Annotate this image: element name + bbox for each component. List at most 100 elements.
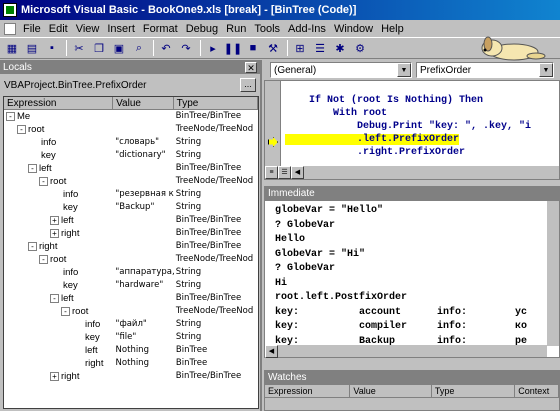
run-icon[interactable]: ▸ [204,39,222,57]
immediate-horizontal-scrollbar[interactable]: ◀ [265,345,547,358]
locals-value[interactable] [113,175,173,188]
code-horizontal-scrollbar[interactable]: ≡ ☰ ◀ [265,166,559,179]
code-line[interactable]: .right.PrefixOrder [285,147,531,160]
column-header-value[interactable]: Value [113,97,174,109]
chevron-down-icon[interactable]: ▼ [539,63,553,77]
collapse-icon[interactable]: - [39,254,48,264]
code-line[interactable]: Debug.Print "key: ", .key, "i [285,121,531,134]
column-header-type[interactable]: Type [174,97,258,109]
find-icon[interactable]: ⌕ [130,39,148,57]
redo-icon[interactable]: ↷ [177,39,195,57]
code-line[interactable]: .left.PrefixOrder [285,134,531,147]
locals-row[interactable]: info "резервная когString [4,188,258,201]
reset-icon[interactable]: ■ [244,39,262,57]
locals-value[interactable]: Nothing [114,357,174,370]
locals-row[interactable]: key "file" String [4,331,258,344]
locals-value[interactable] [113,162,173,175]
locals-value[interactable]: "file" [114,331,174,344]
module-view-icon[interactable]: ☰ [278,166,291,179]
toolbox-icon[interactable]: ⚙ [351,39,369,57]
locals-row[interactable]: - root TreeNode/TreeNod [4,175,258,188]
collapse-icon[interactable]: - [6,111,15,121]
collapse-icon[interactable]: - [50,293,59,303]
scroll-left-icon[interactable]: ◀ [265,345,278,358]
locals-value[interactable]: Nothing [114,344,174,357]
column-header-expression[interactable]: Expression [4,97,114,109]
locals-value[interactable]: "аппаратура, ё [113,266,173,279]
design-mode-icon[interactable]: ⚒ [264,39,282,57]
collapse-icon[interactable]: - [61,306,70,316]
view-excel-icon[interactable]: ▦ [3,39,21,57]
watch-column-context[interactable]: Context [515,385,559,397]
locals-value[interactable] [113,214,173,227]
copy-icon[interactable]: ❐ [90,39,108,57]
locals-row[interactable]: - left BinTree/BinTree [4,162,258,175]
locals-row[interactable]: + left BinTree/BinTree [4,214,258,227]
locals-value[interactable] [113,110,174,123]
menu-tools[interactable]: Tools [250,23,284,35]
locals-value[interactable] [113,370,173,383]
watch-column-type[interactable]: Type [432,385,516,397]
close-icon[interactable]: ✕ [245,61,257,73]
locals-value[interactable]: "файл" [114,318,174,331]
locals-row[interactable]: - right BinTree/BinTree [4,240,258,253]
locals-row[interactable]: key "dictionary" String [4,149,258,162]
chevron-down-icon[interactable]: ▼ [397,63,411,77]
locals-value[interactable]: "hardware" [113,279,173,292]
locals-value[interactable]: "словарь" [113,136,173,149]
menu-edit[interactable]: Edit [45,23,72,35]
menu-addins[interactable]: Add-Ins [284,23,330,35]
code-editor[interactable]: If Not (root Is Nothing) Then With root … [264,80,560,180]
margin-indicator-bar[interactable] [265,81,281,167]
locals-value[interactable] [113,305,173,318]
locals-value[interactable] [113,253,173,266]
menu-debug[interactable]: Debug [182,23,222,35]
locals-row[interactable]: - left BinTree/BinTree [4,292,258,305]
locals-value[interactable] [113,240,173,253]
locals-value[interactable]: "Backup" [113,201,173,214]
locals-row[interactable]: + right BinTree/BinTree [4,227,258,240]
code-lines[interactable]: If Not (root Is Nothing) Then With root … [285,95,531,160]
locals-row[interactable]: - root TreeNode/TreeNod [4,253,258,266]
insert-module-icon[interactable]: ▤ [23,39,41,57]
locals-row[interactable]: info "файл" String [4,318,258,331]
locals-value[interactable] [113,123,174,136]
procedure-combo[interactable]: PrefixOrder ▼ [416,62,554,78]
menu-file[interactable]: File [19,23,45,35]
expand-icon[interactable]: + [50,228,59,238]
immediate-vertical-scrollbar[interactable] [547,201,559,346]
procedure-view-icon[interactable]: ≡ [265,166,278,179]
locals-row[interactable]: key "hardware" String [4,279,258,292]
immediate-text[interactable]: globeVar = "Hello" ? GlobeVar Hello GlobeVa… [275,205,527,350]
expand-icon[interactable]: + [50,215,59,225]
menu-help[interactable]: Help [377,23,408,35]
menu-window[interactable]: Window [330,23,377,35]
locals-row[interactable]: - Me BinTree/BinTree [4,110,258,123]
call-stack-button[interactable]: ... [240,78,256,92]
break-icon[interactable]: ❚❚ [224,39,242,57]
menu-insert[interactable]: Insert [103,23,139,35]
code-line[interactable]: With root [285,108,531,121]
menu-view[interactable]: View [72,23,104,35]
menu-run[interactable]: Run [222,23,250,35]
locals-value[interactable] [113,227,173,240]
watch-column-expression[interactable]: Expression [265,385,351,397]
locals-value[interactable]: "dictionary" [113,149,173,162]
scroll-left-icon[interactable]: ◀ [291,166,304,179]
menu-format[interactable]: Format [139,23,182,35]
expand-icon[interactable]: + [50,371,59,381]
locals-row[interactable]: right Nothing BinTree [4,357,258,370]
office-assistant-dog-icon[interactable] [474,30,552,62]
locals-row[interactable]: - root TreeNode/TreeNod [4,123,258,136]
code-line[interactable]: If Not (root Is Nothing) Then [285,95,531,108]
locals-row[interactable]: - root TreeNode/TreeNod [4,305,258,318]
undo-icon[interactable]: ↶ [157,39,175,57]
project-explorer-icon[interactable]: ⊞ [291,39,309,57]
locals-row[interactable]: info "словарь" String [4,136,258,149]
locals-row[interactable]: info "аппаратура, ёString [4,266,258,279]
watch-column-value[interactable]: Value [350,385,432,397]
locals-row[interactable]: key "Backup" String [4,201,258,214]
collapse-icon[interactable]: - [28,163,37,173]
cut-icon[interactable]: ✂ [70,39,88,57]
object-combo[interactable]: (General) ▼ [270,62,412,78]
